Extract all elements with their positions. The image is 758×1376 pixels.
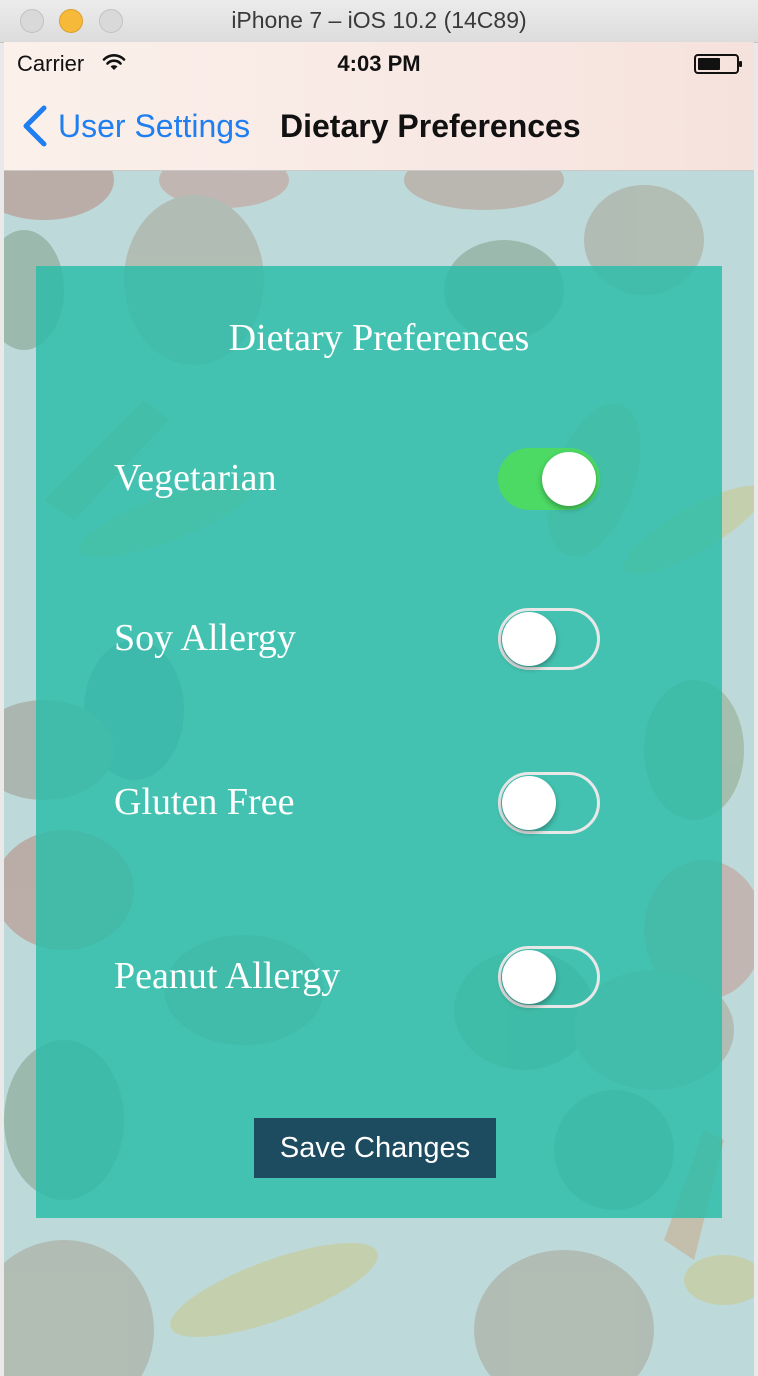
preference-label: Vegetarian bbox=[114, 457, 277, 499]
preference-label: Soy Allergy bbox=[114, 617, 296, 659]
battery-icon bbox=[694, 54, 742, 74]
gluten-free-toggle[interactable] bbox=[498, 772, 600, 834]
peanut-allergy-toggle[interactable] bbox=[498, 946, 600, 1008]
status-bar: Carrier 4:03 PM bbox=[4, 42, 754, 82]
nav-title: Dietary Preferences bbox=[280, 108, 581, 144]
toggle-knob bbox=[502, 612, 556, 666]
back-button[interactable]: User Settings bbox=[20, 104, 250, 148]
preference-row-peanut-allergy: Peanut Allergy bbox=[36, 946, 722, 1010]
preferences-card: Dietary Preferences Vegetarian Soy Aller… bbox=[36, 266, 722, 1218]
toggle-knob bbox=[542, 452, 596, 506]
vegetarian-toggle[interactable] bbox=[498, 448, 600, 510]
chevron-left-icon bbox=[23, 105, 47, 147]
toggle-knob bbox=[502, 776, 556, 830]
preference-label: Peanut Allergy bbox=[114, 955, 341, 997]
back-button-label: User Settings bbox=[58, 107, 251, 144]
simulator-titlebar: iPhone 7 – iOS 10.2 (14C89) bbox=[0, 0, 758, 43]
card-title: Dietary Preferences bbox=[228, 317, 530, 359]
device-screen: Carrier 4:03 PM User Settings Dietary Pr… bbox=[4, 42, 754, 1376]
window-title: iPhone 7 – iOS 10.2 (14C89) bbox=[231, 7, 527, 33]
navigation-bar: Carrier 4:03 PM User Settings Dietary Pr… bbox=[4, 42, 754, 171]
preference-row-soy-allergy: Soy Allergy bbox=[36, 608, 722, 672]
preference-row-vegetarian: Vegetarian bbox=[36, 448, 722, 512]
preference-row-gluten-free: Gluten Free bbox=[36, 772, 722, 836]
save-changes-button[interactable]: Save Changes bbox=[254, 1118, 496, 1178]
preference-label: Gluten Free bbox=[114, 781, 295, 823]
toggle-knob bbox=[502, 950, 556, 1004]
soy-allergy-toggle[interactable] bbox=[498, 608, 600, 670]
status-time: 4:03 PM bbox=[337, 51, 421, 76]
